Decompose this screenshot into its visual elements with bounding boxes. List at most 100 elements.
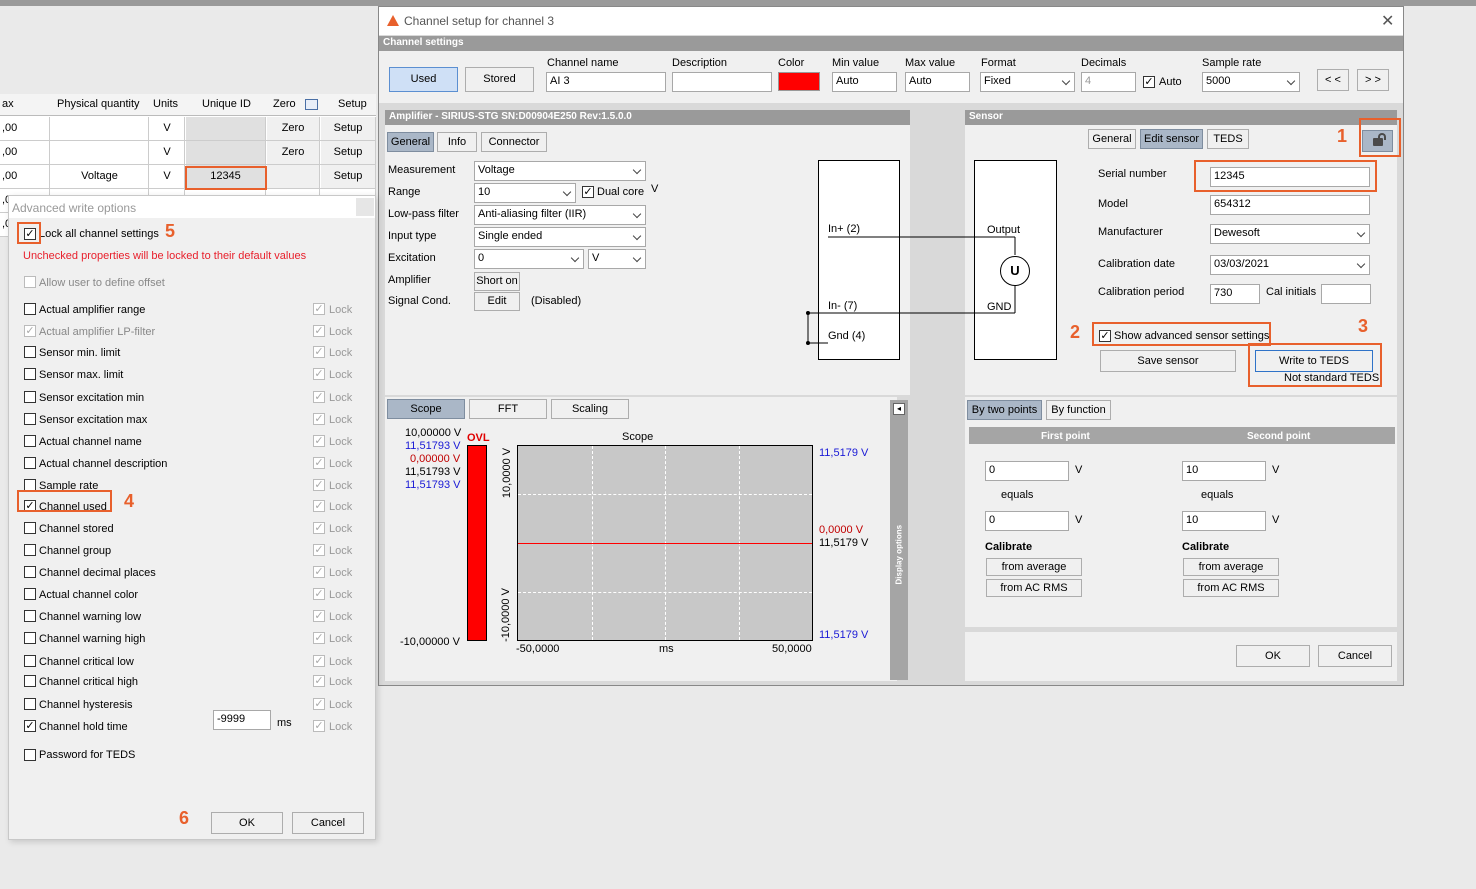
adv-item-lock-checkbox[interactable]: ✓ [313,698,325,710]
p2-input-field[interactable]: 10 [1182,461,1266,481]
amp-tab-general[interactable]: General [387,132,434,152]
p2-from-average-button[interactable]: from average [1183,558,1279,576]
adv-item-lock-checkbox[interactable]: ✓ [313,303,325,315]
cal-initials-input[interactable] [1321,284,1371,304]
allow-offset-checkbox[interactable] [24,276,36,288]
adv-item-checkbox[interactable]: ✓ [24,325,36,337]
min-value-input[interactable]: Auto [832,72,897,92]
adv-item-checkbox[interactable]: ✓ [24,720,36,732]
stored-button[interactable]: Stored [465,67,534,92]
adv-item-checkbox[interactable] [24,391,36,403]
calibration-period-input[interactable]: 730 [1210,284,1260,304]
excitation-select[interactable]: 0 [474,249,584,269]
password-teds-checkbox[interactable] [24,749,36,761]
save-sensor-button[interactable]: Save sensor [1100,350,1236,372]
sample-rate-select[interactable]: 5000 [1202,72,1300,92]
p1-output-field[interactable]: 0 [985,511,1069,531]
list-icon[interactable] [305,99,318,110]
adv-item-lock-checkbox[interactable]: ✓ [313,588,325,600]
collapse-icon[interactable]: ◂ [893,403,905,415]
p2-output-field[interactable]: 10 [1182,511,1266,531]
scope-tab-scope[interactable]: Scope [387,399,465,419]
adv-item-lock-checkbox[interactable]: ✓ [313,479,325,491]
range-select[interactable]: 10 [474,183,576,203]
format-select[interactable]: Fixed [980,72,1075,92]
adv-item-checkbox[interactable] [24,655,36,667]
adv-item-checkbox[interactable] [24,368,36,380]
scope-tab-fft[interactable]: FFT [469,399,547,419]
adv-item-lock-checkbox[interactable]: ✓ [313,435,325,447]
adv-item-lock-checkbox[interactable]: ✓ [313,368,325,380]
adv-item-checkbox[interactable] [24,303,36,315]
sensor-tab-general[interactable]: General [1088,129,1136,149]
max-value-input[interactable]: Auto [905,72,970,92]
adv-close-icon[interactable] [356,198,374,216]
adv-item-checkbox[interactable] [24,610,36,622]
input-type-select[interactable]: Single ended [474,227,646,247]
scaling-tab-function[interactable]: By function [1046,400,1111,420]
color-swatch[interactable] [778,72,820,91]
adv-item-checkbox[interactable] [24,457,36,469]
adv-item-checkbox[interactable] [24,346,36,358]
adv-item-checkbox[interactable] [24,588,36,600]
adv-item-lock-checkbox[interactable]: ✓ [313,457,325,469]
adv-item-lock-checkbox[interactable]: ✓ [313,325,325,337]
description-input[interactable] [672,72,772,92]
manufacturer-select[interactable]: Dewesoft [1210,224,1370,244]
adv-item-lock-checkbox[interactable]: ✓ [313,610,325,622]
adv-item-checkbox[interactable] [24,566,36,578]
prev-channel-button[interactable]: < < [1317,69,1349,91]
cell-zero[interactable] [267,165,320,188]
adv-item-checkbox[interactable] [24,413,36,425]
amp-tab-connector[interactable]: Connector [481,132,547,152]
cell-setup[interactable]: Setup [321,117,376,140]
signal-cond-edit-button[interactable]: Edit [474,292,520,311]
measurement-select[interactable]: Voltage [474,161,646,181]
auto-decimals-checkbox[interactable]: ✓ [1143,76,1155,88]
model-input[interactable]: 654312 [1210,195,1370,215]
p1-input-field[interactable]: 0 [985,461,1069,481]
cell-zero[interactable]: Zero [267,141,320,164]
adv-item-checkbox[interactable] [24,675,36,687]
adv-item-checkbox[interactable] [24,522,36,534]
adv-item-lock-checkbox[interactable]: ✓ [313,675,325,687]
p2-from-ac-rms-button[interactable]: from AC RMS [1183,579,1279,597]
dialog-cancel-button[interactable]: Cancel [1318,645,1392,667]
adv-item-checkbox[interactable] [24,632,36,644]
adv-ok-button[interactable]: OK [211,812,283,834]
adv-item-lock-checkbox[interactable]: ✓ [313,413,325,425]
decimals-input[interactable]: 4 [1081,72,1136,92]
adv-item-lock-checkbox[interactable]: ✓ [313,655,325,667]
display-options-bar[interactable]: ◂ Display options [890,400,908,680]
adv-cancel-button[interactable]: Cancel [292,812,364,834]
adv-item-lock-checkbox[interactable]: ✓ [313,391,325,403]
cell-setup[interactable]: Setup [321,141,376,164]
cell-zero[interactable]: Zero [267,117,320,140]
cell-setup[interactable]: Setup [321,165,376,188]
sensor-tab-edit-sensor[interactable]: Edit sensor [1140,129,1203,149]
adv-item-lock-checkbox[interactable]: ✓ [313,346,325,358]
adv-item-lock-checkbox[interactable]: ✓ [313,544,325,556]
channel-name-input[interactable]: AI 3 [546,72,666,92]
excitation-unit-select[interactable]: V [588,249,646,269]
used-button[interactable]: Used [389,67,458,92]
adv-item-lock-checkbox[interactable]: ✓ [313,522,325,534]
adv-item-lock-checkbox[interactable]: ✓ [313,566,325,578]
scaling-tab-two-points[interactable]: By two points [967,400,1042,420]
dialog-ok-button[interactable]: OK [1236,645,1310,667]
sensor-tab-teds[interactable]: TEDS [1207,129,1249,149]
scope-tab-scaling[interactable]: Scaling [551,399,629,419]
amp-tab-info[interactable]: Info [437,132,477,152]
adv-item-checkbox[interactable] [24,435,36,447]
table-row[interactable]: ,00 V Zero Setup [0,117,376,141]
adv-item-lock-checkbox[interactable]: ✓ [313,720,325,732]
p1-from-average-button[interactable]: from average [986,558,1082,576]
adv-item-lock-checkbox[interactable]: ✓ [313,500,325,512]
adv-item-lock-checkbox[interactable]: ✓ [313,632,325,644]
table-row[interactable]: ,00 V Zero Setup [0,141,376,165]
dual-core-checkbox[interactable]: ✓ [582,186,594,198]
adv-item-checkbox[interactable] [24,698,36,710]
close-icon[interactable]: ✕ [1381,11,1394,31]
lowpass-select[interactable]: Anti-aliasing filter (IIR) [474,205,646,225]
p1-from-ac-rms-button[interactable]: from AC RMS [986,579,1082,597]
